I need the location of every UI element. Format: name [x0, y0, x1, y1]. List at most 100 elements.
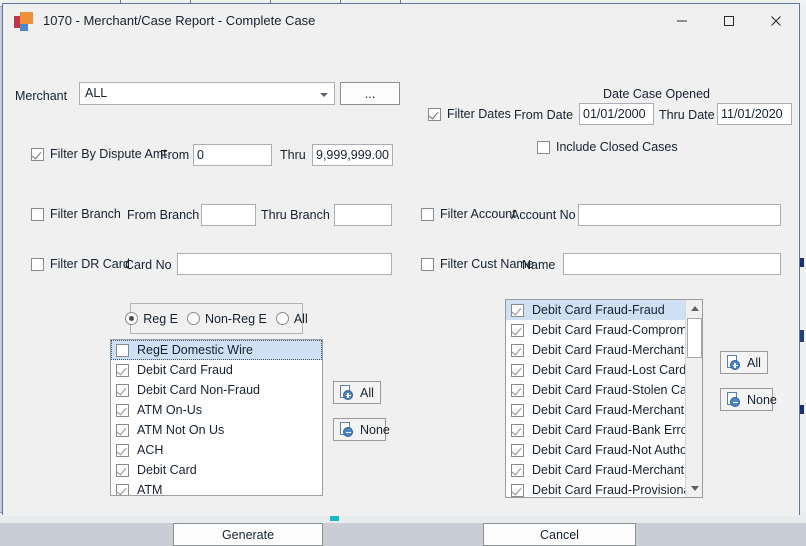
list-item-label: Debit Card Fraud-Provisional Re — [532, 483, 685, 497]
checkbox-box — [421, 257, 434, 271]
cust-name-input[interactable] — [563, 253, 781, 275]
reason-list-scrollbar[interactable] — [685, 300, 702, 497]
list-item[interactable]: Debit Card Fraud-Fraud — [506, 300, 685, 320]
dispute-thru-label: Thru — [280, 148, 306, 162]
filter-dr-card-label: Filter DR Card — [50, 257, 130, 271]
include-closed-cases-checkbox[interactable]: Include Closed Cases — [537, 140, 678, 154]
merchant-label: Merchant — [15, 89, 68, 103]
list-item[interactable]: Debit Card Fraud-Merchant Erro — [506, 340, 685, 360]
radio-dot — [275, 312, 289, 325]
list-item[interactable]: Debit Card Non-Fraud — [111, 380, 322, 400]
list-item[interactable]: ATM On-Us — [111, 400, 322, 420]
filter-branch-label: Filter Branch — [50, 207, 121, 221]
dispute-thru-input[interactable]: 9,999,999.00 — [312, 144, 393, 166]
radio-option-all[interactable]: All — [275, 311, 308, 326]
list-item[interactable]: RegE Domestic Wire — [111, 340, 322, 360]
filter-branch-checkbox[interactable]: Filter Branch — [31, 207, 121, 221]
date-case-opened-title: Date Case Opened — [603, 87, 711, 101]
list-item-checkbox[interactable] — [511, 343, 524, 357]
list-item[interactable]: Debit Card Fraud-Stolen Card — [506, 380, 685, 400]
list-item-checkbox[interactable] — [511, 323, 524, 337]
list-item[interactable]: Debit Card Fraud-Bank Error — [506, 420, 685, 440]
thru-date-input[interactable]: 11/01/2020 — [717, 103, 792, 125]
dialog-client-area: Merchant ALL ... Date Case Opened Filter… — [3, 37, 799, 546]
radio-label: All — [293, 311, 308, 326]
list-item-label: Debit Card Fraud-Fraud — [532, 303, 665, 317]
from-branch-label: From Branch — [127, 208, 200, 222]
filter-account-checkbox[interactable]: Filter Account — [421, 207, 516, 221]
scrollbar-thumb[interactable] — [687, 318, 702, 358]
list-item-label: Debit Card Fraud-Compromised — [532, 323, 685, 337]
dispute-type-all-label: All — [360, 385, 374, 400]
filter-dispute-amt-label: Filter By Dispute Amt — [50, 147, 167, 161]
list-item-checkbox[interactable] — [511, 423, 524, 437]
list-item-checkbox[interactable] — [116, 363, 129, 377]
list-item[interactable]: ATM — [111, 480, 322, 495]
filter-cust-name-checkbox[interactable]: Filter Cust Name — [421, 257, 534, 271]
list-item[interactable]: ATM Not On Us — [111, 420, 322, 440]
card-no-label: Card No — [125, 258, 172, 272]
generate-button[interactable]: Generate — [173, 523, 323, 546]
list-item-checkbox[interactable] — [511, 443, 524, 457]
list-item-checkbox[interactable] — [116, 443, 129, 457]
merchant-browse-button[interactable]: ... — [340, 82, 400, 105]
filter-dates-checkbox[interactable]: Filter Dates — [428, 107, 511, 121]
list-item-label: Debit Card Fraud-Lost Card — [532, 363, 685, 377]
account-no-label: Account No — [511, 208, 576, 222]
list-item[interactable]: Debit Card Fraud-Merchant Cre — [506, 460, 685, 480]
list-item[interactable]: ACH — [111, 440, 322, 460]
dispute-type-all-button[interactable]: All — [333, 381, 381, 404]
list-item-label: ATM On-Us — [137, 403, 203, 417]
list-item-checkbox[interactable] — [116, 483, 129, 495]
card-no-input[interactable] — [177, 253, 392, 275]
list-item-checkbox[interactable] — [511, 403, 524, 417]
list-item[interactable]: Debit Card Fraud-Not Authorize — [506, 440, 685, 460]
radio-option-non-reg-e[interactable]: Non-Reg E — [187, 312, 267, 326]
list-item-checkbox[interactable] — [511, 303, 524, 317]
scroll-up-icon[interactable] — [686, 300, 702, 317]
list-item[interactable]: Debit Card Fraud — [111, 360, 322, 380]
list-item-checkbox[interactable] — [116, 463, 129, 477]
list-item-checkbox[interactable] — [116, 383, 129, 397]
from-branch-input[interactable] — [201, 204, 256, 226]
minimize-icon[interactable] — [658, 4, 705, 37]
dispute-type-listbox[interactable]: RegE Domestic Wire Debit Card Fraud Debi… — [110, 339, 323, 496]
list-item-checkbox[interactable] — [116, 343, 129, 357]
list-item[interactable]: Debit Card Fraud-Merchant Den — [506, 400, 685, 420]
radio-dot — [187, 312, 200, 325]
radio-option-reg-e[interactable]: Reg E — [125, 312, 178, 326]
filter-dispute-amt-checkbox[interactable]: Filter By Dispute Amt — [31, 147, 167, 161]
maximize-icon[interactable] — [705, 4, 752, 37]
dispute-type-none-button[interactable]: None — [333, 418, 390, 441]
dispute-from-input[interactable]: 0 — [193, 144, 272, 166]
reason-all-button[interactable]: All — [720, 351, 768, 374]
filter-dr-card-checkbox[interactable]: Filter DR Card — [31, 257, 130, 271]
account-no-input[interactable] — [578, 204, 781, 226]
checkbox-box — [537, 140, 550, 154]
from-date-input[interactable]: 01/01/2000 — [579, 103, 654, 125]
title-bar[interactable]: 1070 - Merchant/Case Report - Complete C… — [3, 4, 799, 37]
thru-branch-input[interactable] — [334, 204, 392, 226]
sheet-minus-icon — [339, 422, 354, 437]
reason-listbox[interactable]: Debit Card Fraud-Fraud Debit Card Fraud-… — [505, 299, 703, 498]
radio-label: Reg E — [143, 311, 178, 326]
list-item[interactable]: Debit Card Fraud-Provisional Re — [506, 480, 685, 497]
cancel-button[interactable]: Cancel — [483, 523, 636, 546]
list-item-checkbox[interactable] — [511, 363, 524, 377]
checkbox-box — [428, 107, 441, 121]
list-item-checkbox[interactable] — [511, 383, 524, 397]
close-icon[interactable] — [752, 4, 799, 37]
list-item-checkbox[interactable] — [511, 483, 524, 497]
list-item[interactable]: Debit Card — [111, 460, 322, 480]
list-item[interactable]: Debit Card Fraud-Lost Card — [506, 360, 685, 380]
reason-none-button[interactable]: None — [720, 388, 777, 411]
sheet-minus-icon — [726, 392, 741, 407]
list-item-checkbox[interactable] — [116, 423, 129, 437]
scroll-down-icon[interactable] — [686, 480, 702, 497]
list-item[interactable]: Debit Card Fraud-Compromised — [506, 320, 685, 340]
list-item-checkbox[interactable] — [116, 403, 129, 417]
merchant-combo[interactable]: ALL — [79, 82, 335, 105]
thru-branch-label: Thru Branch — [261, 208, 330, 222]
list-item-checkbox[interactable] — [511, 463, 524, 477]
list-item-label: ATM Not On Us — [137, 423, 225, 437]
